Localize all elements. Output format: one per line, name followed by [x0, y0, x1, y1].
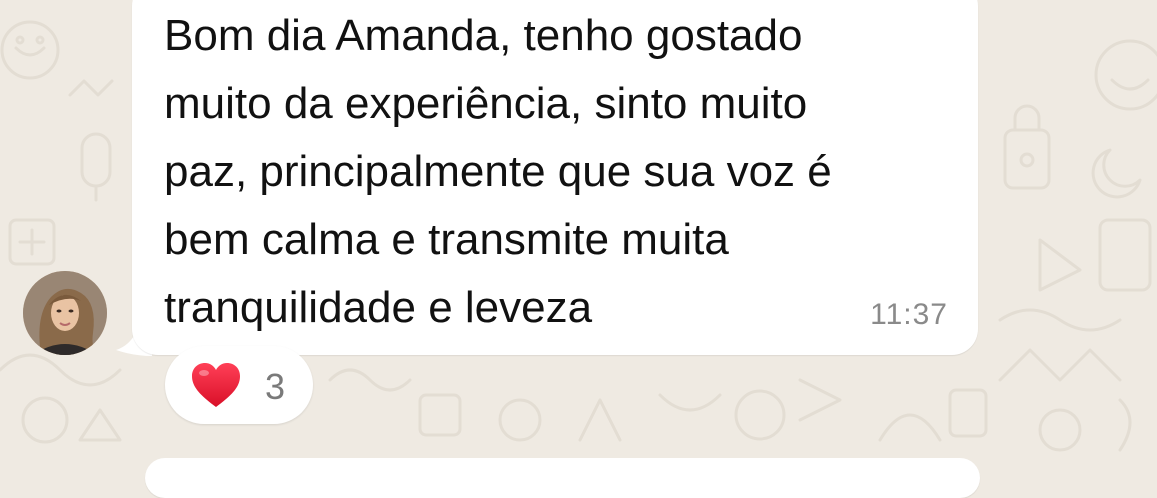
avatar-photo — [23, 271, 107, 355]
next-message-bubble[interactable] — [145, 458, 980, 498]
heart-icon — [192, 363, 240, 407]
message-timestamp: 11:37 — [870, 298, 948, 331]
reaction-pill[interactable]: 3 — [165, 346, 313, 424]
message-text: Bom dia Amanda, tenho gostado muito da e… — [164, 11, 832, 332]
reaction-count: 3 — [265, 366, 286, 407]
sender-avatar[interactable] — [23, 271, 107, 355]
message-bubble[interactable]: Bom dia Amanda, tenho gostado muito da e… — [132, 0, 978, 355]
